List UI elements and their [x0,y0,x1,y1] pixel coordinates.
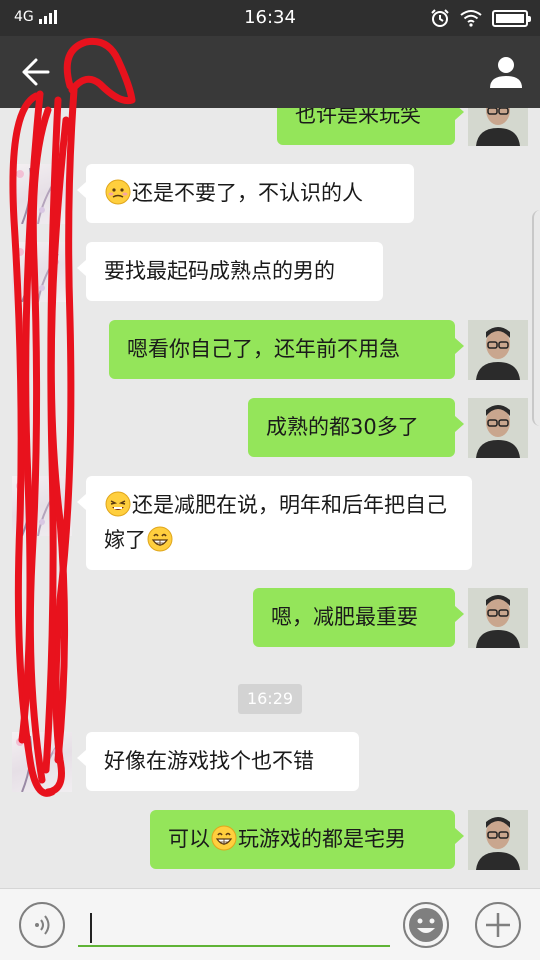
emoji-button[interactable] [402,901,450,949]
contact-avatar[interactable] [12,242,72,302]
contact-avatar[interactable] [12,732,72,792]
back-button[interactable] [14,54,54,90]
chat-info-button[interactable] [486,52,526,92]
floral-avatar-image [16,245,59,302]
message-text: 可以 [168,827,210,851]
message-text: 玩游戏的都是宅男 [238,827,406,851]
outgoing-message[interactable]: 也许是来玩笑 [277,108,464,145]
more-button[interactable] [474,901,522,949]
incoming-message[interactable]: 要找最起码成熟点的男的 [77,242,383,301]
wifi-icon [460,10,482,27]
floral-avatar-image [16,479,59,536]
my-avatar[interactable] [468,588,528,648]
outgoing-message[interactable]: 可以 玩游戏的都是宅男 [150,810,464,869]
outgoing-message[interactable]: 嗯看你自己了，还年前不用急 [109,320,464,379]
contact-avatar[interactable] [12,476,72,536]
message-text: 好像在游戏找个也不错 [104,749,314,773]
my-avatar[interactable] [468,810,528,870]
chat-area[interactable]: 也许是来玩笑 还是不要了，不认识的人 要找最起码成熟点的男的 嗯看你自己了，还年… [0,108,540,888]
timestamp-divider: 16:29 [238,684,302,714]
incoming-message[interactable]: 还是减肥在说，明年和后年把自己嫁了 [77,476,472,570]
message-text: 嗯看你自己了，还年前不用急 [127,337,400,361]
person-photo [468,588,528,648]
floral-avatar-image [16,167,59,224]
awkward-face-emoji [105,179,131,205]
message-text: 嗯，减肥最重要 [271,605,418,629]
chat-header [0,36,540,108]
scrollbar[interactable] [532,210,540,426]
my-avatar[interactable] [468,320,528,380]
message-text: 也许是来玩笑 [295,108,421,127]
input-bar [0,888,540,960]
plus-icon [475,902,521,948]
voice-icon [19,902,65,948]
person-photo [468,108,528,146]
message-text: 要找最起码成熟点的男的 [104,259,335,283]
message-text: 成熟的都30多了 [266,415,419,439]
outgoing-message[interactable]: 嗯，减肥最重要 [253,588,464,647]
grin-emoji [147,526,173,552]
person-photo [468,810,528,870]
incoming-message[interactable]: 好像在游戏找个也不错 [77,732,359,791]
person-photo [468,398,528,458]
battery-icon [492,9,531,27]
tired-face-emoji [105,491,131,517]
status-bar: 4G 16:34 [0,0,540,36]
my-avatar[interactable] [468,398,528,458]
person-photo [468,320,528,380]
grin-emoji [211,825,237,851]
message-text: 还是不要了，不认识的人 [132,181,363,205]
text-cursor [90,913,92,943]
status-icons [430,8,531,28]
outgoing-message[interactable]: 成熟的都30多了 [248,398,464,457]
contact-avatar[interactable] [12,164,72,224]
smiley-icon [403,902,449,948]
voice-button[interactable] [18,901,66,949]
arrow-left-icon [22,58,50,86]
floral-avatar-image [16,735,59,792]
incoming-message[interactable]: 还是不要了，不认识的人 [77,164,414,223]
alarm-icon [431,9,449,27]
message-input[interactable] [78,905,390,947]
my-avatar[interactable] [468,108,528,146]
person-icon [490,57,522,88]
